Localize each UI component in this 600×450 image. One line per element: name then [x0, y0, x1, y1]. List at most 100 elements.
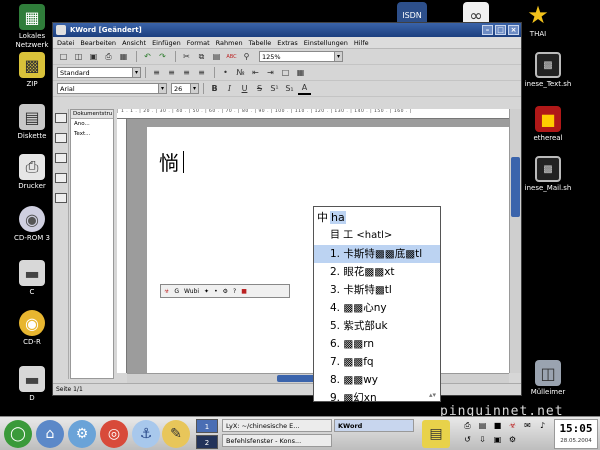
- ime-punct-icon[interactable]: •: [214, 288, 218, 295]
- pager-desktop[interactable]: 2: [196, 435, 218, 449]
- document-structure-item[interactable]: Ano...: [71, 119, 113, 129]
- page-icon[interactable]: [55, 133, 67, 143]
- bold-icon[interactable]: B: [208, 83, 221, 95]
- ime-help-icon[interactable]: ?: [233, 288, 236, 295]
- menu-format[interactable]: Format: [187, 39, 210, 47]
- maximize-icon[interactable]: □: [495, 25, 506, 35]
- chevron-down-icon[interactable]: ▾: [334, 52, 342, 61]
- page-icon[interactable]: [55, 173, 67, 183]
- horizontal-ruler[interactable]: | 1 . 1 . | 20 . | 30 . | 40 . | 50 . | …: [117, 109, 509, 119]
- indent-increase-icon[interactable]: ⇥: [264, 67, 277, 79]
- candidate-item[interactable]: 2. 眼花▩▩xt: [314, 263, 440, 281]
- candidate-item[interactable]: 7. ▩▩fq: [314, 353, 440, 371]
- tray-settings-icon[interactable]: ⚙: [506, 435, 519, 447]
- superscript-icon[interactable]: S¹: [268, 83, 281, 95]
- page-icon[interactable]: [55, 193, 67, 203]
- tray-lock-icon[interactable]: ■: [491, 421, 504, 433]
- task-konsole[interactable]: Befehlsfenster - Kons...: [222, 434, 332, 447]
- italic-icon[interactable]: I: [223, 83, 236, 95]
- desktop-icon-trash[interactable]: ◫ Mülleimer: [516, 360, 580, 397]
- candidate-item[interactable]: 3. 卡斯特▩tl: [314, 281, 440, 299]
- menu-einfuegen[interactable]: Einfügen: [152, 39, 181, 47]
- vertical-ruler[interactable]: [117, 119, 127, 373]
- align-left-icon[interactable]: ≡: [150, 67, 163, 79]
- align-right-icon[interactable]: ≡: [180, 67, 193, 79]
- undo-icon[interactable]: ↶: [141, 51, 154, 63]
- kwrite-icon[interactable]: ✎: [162, 420, 190, 448]
- subscript-icon[interactable]: S₁: [283, 83, 296, 95]
- menu-rahmen[interactable]: Rahmen: [216, 39, 243, 47]
- chevron-down-icon[interactable]: ▾: [132, 68, 140, 77]
- help-icon[interactable]: ◎: [100, 420, 128, 448]
- kword-app-icon[interactable]: [56, 25, 66, 35]
- ime-config-icon[interactable]: ⚙: [223, 288, 228, 295]
- align-center-icon[interactable]: ≡: [165, 67, 178, 79]
- home-icon[interactable]: ⌂: [36, 420, 64, 448]
- find-icon[interactable]: ⚲: [240, 51, 253, 63]
- vertical-scrollbar[interactable]: [509, 109, 521, 373]
- indent-decrease-icon[interactable]: ⇤: [249, 67, 262, 79]
- numbered-list-icon[interactable]: №: [234, 67, 247, 79]
- tray-ime-icon[interactable]: ☣: [506, 421, 519, 433]
- ime-close-icon[interactable]: ■: [241, 288, 247, 295]
- page-icon[interactable]: [55, 153, 67, 163]
- desktop-icon-chinese-mail[interactable]: ▩ inese_Mail.sh: [516, 156, 580, 193]
- pager-desktop[interactable]: 1: [196, 419, 218, 433]
- tray-mail-icon[interactable]: ✉: [521, 421, 534, 433]
- candidate-item[interactable]: 4. ▩▩心ny: [314, 299, 440, 317]
- bullet-list-icon[interactable]: •: [219, 67, 232, 79]
- page-arrows-icon[interactable]: ▴▾: [429, 391, 436, 399]
- chevron-down-icon[interactable]: ▾: [158, 84, 166, 93]
- zoom-select[interactable]: 125% ▾: [259, 51, 343, 62]
- candidate-item[interactable]: 5. 紫式部uk: [314, 317, 440, 335]
- menu-tabelle[interactable]: Tabelle: [249, 39, 272, 47]
- menu-datei[interactable]: Datei: [57, 39, 74, 47]
- ime-logo-icon[interactable]: ☣: [164, 288, 169, 295]
- print-icon[interactable]: ⎙: [102, 51, 115, 63]
- style-select[interactable]: Standard ▾: [57, 67, 141, 78]
- ime-mode-icon[interactable]: G: [174, 288, 179, 295]
- text-color-icon[interactable]: A: [298, 83, 311, 95]
- print-preview-icon[interactable]: ▦: [117, 51, 130, 63]
- chevron-down-icon[interactable]: ▾: [190, 84, 198, 93]
- font-size-select[interactable]: 26 ▾: [171, 83, 199, 94]
- paste-icon[interactable]: ▤: [210, 51, 223, 63]
- save-icon[interactable]: ▣: [87, 51, 100, 63]
- candidate-item[interactable]: 1. 卡斯特▩▩底▩tl: [314, 245, 440, 263]
- tray-volume-icon[interactable]: ♪: [536, 421, 549, 433]
- menu-extras[interactable]: Extras: [277, 39, 298, 47]
- minimize-icon[interactable]: –: [482, 25, 493, 35]
- desktop-icon-ethereal[interactable]: ■ ethereal: [516, 106, 580, 143]
- font-family-select[interactable]: Arial ▾: [57, 83, 167, 94]
- document-structure-item[interactable]: Text...: [71, 129, 113, 139]
- clock[interactable]: 15:05 28.05.2004: [554, 419, 598, 449]
- menu-bearbeiten[interactable]: Bearbeiten: [80, 39, 116, 47]
- ime-toolbar[interactable]: ☣ G Wubi ✦ • ⚙ ? ■: [160, 284, 290, 298]
- desktop-icon-chinese-text[interactable]: ▩ inese_Text.sh: [516, 52, 580, 89]
- window-titlebar[interactable]: KWord [Geändert] – □ ×: [53, 23, 521, 37]
- tray-printer-icon[interactable]: ⎙: [461, 421, 474, 433]
- candidate-item[interactable]: 9. ▩幻xn: [314, 389, 440, 407]
- new-document-icon[interactable]: □: [57, 51, 70, 63]
- redo-icon[interactable]: ↷: [156, 51, 169, 63]
- konqueror-icon[interactable]: ⚓: [132, 420, 160, 448]
- task-kword[interactable]: KWord: [334, 419, 414, 432]
- candidate-item[interactable]: 6. ▩▩rn: [314, 335, 440, 353]
- control-center-icon[interactable]: ⚙: [68, 420, 96, 448]
- tray-display-icon[interactable]: ▣: [491, 435, 504, 447]
- copy-icon[interactable]: ⧉: [195, 51, 208, 63]
- border-style-icon[interactable]: ▦: [294, 67, 307, 79]
- menu-ansicht[interactable]: Ansicht: [122, 39, 146, 47]
- candidate-item[interactable]: 8. ▩▩wy: [314, 371, 440, 389]
- tray-download-icon[interactable]: ⇩: [476, 435, 489, 447]
- strikethrough-icon[interactable]: S: [253, 83, 266, 95]
- page-icon[interactable]: [55, 113, 67, 123]
- border-icon[interactable]: □: [279, 67, 292, 79]
- tray-network-icon[interactable]: ↺: [461, 435, 474, 447]
- tray-clipboard-icon[interactable]: ▤: [476, 421, 489, 433]
- underline-icon[interactable]: U: [238, 83, 251, 95]
- align-justify-icon[interactable]: ≡: [195, 67, 208, 79]
- cut-icon[interactable]: ✂: [180, 51, 193, 63]
- kde-menu-icon[interactable]: ◯: [4, 420, 32, 448]
- open-folder-icon[interactable]: ◫: [72, 51, 85, 63]
